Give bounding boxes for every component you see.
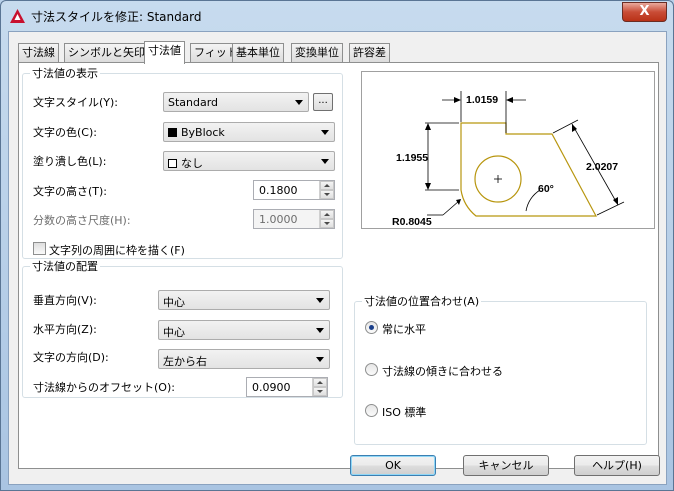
direction-label: 文字の方向(D): bbox=[33, 351, 109, 364]
fill-color-dropdown[interactable]: なし bbox=[163, 151, 335, 171]
align-with-dimline-label[interactable]: 寸法線の傾きに合わせる bbox=[382, 363, 503, 379]
draw-frame-label[interactable]: 文字列の周囲に枠を描く(F) bbox=[49, 242, 185, 258]
fraction-height-spinner: 1.0000 bbox=[253, 209, 335, 229]
tab-alternate-units[interactable]: 変換単位 bbox=[291, 43, 343, 62]
draw-frame-checkbox[interactable] bbox=[33, 242, 46, 255]
spin-up-icon[interactable] bbox=[313, 378, 327, 387]
direction-value: 左から右 bbox=[163, 355, 207, 368]
align-horizontal-label[interactable]: 常に水平 bbox=[382, 321, 426, 337]
text-height-spinner[interactable]: 0.1800 bbox=[253, 180, 335, 200]
chevron-down-icon bbox=[316, 298, 324, 303]
align-iso-label[interactable]: ISO 標準 bbox=[382, 404, 426, 420]
close-button[interactable]: X bbox=[622, 2, 667, 22]
align-with-dimline-radio[interactable] bbox=[365, 363, 378, 376]
align-horizontal-radio[interactable] bbox=[365, 321, 378, 334]
text-style-value: Standard bbox=[168, 96, 219, 109]
text-appearance-legend: 寸法値の表示 bbox=[32, 67, 98, 80]
spin-up-icon bbox=[320, 210, 334, 219]
text-style-label: 文字スタイル(Y): bbox=[33, 96, 119, 109]
window-title: 寸法スタイルを修正: Standard bbox=[31, 10, 202, 24]
chevron-down-icon bbox=[316, 328, 324, 333]
spin-down-icon[interactable] bbox=[313, 387, 327, 396]
horizontal-label: 水平方向(Z): bbox=[33, 323, 97, 336]
text-height-label: 文字の高さ(T): bbox=[33, 185, 108, 198]
dialog-window: 寸法スタイルを修正: Standard X 寸法線 シンボルと矢印 寸法値 フィ… bbox=[0, 0, 674, 491]
spin-up-icon[interactable] bbox=[320, 181, 334, 190]
ok-button[interactable]: OK bbox=[350, 455, 436, 476]
offset-label: 寸法線からのオフセット(O): bbox=[33, 381, 175, 394]
vertical-value: 中心 bbox=[163, 296, 185, 309]
color-swatch-icon bbox=[168, 128, 177, 137]
offset-value: 0.0900 bbox=[252, 381, 291, 394]
offset-spinner[interactable]: 0.0900 bbox=[246, 377, 328, 397]
tab-tolerances[interactable]: 許容差 bbox=[349, 43, 390, 62]
text-color-dropdown[interactable]: ByBlock bbox=[163, 122, 335, 142]
vertical-dropdown[interactable]: 中心 bbox=[158, 290, 330, 310]
text-height-value: 0.1800 bbox=[259, 184, 298, 197]
autocad-logo-icon bbox=[10, 9, 25, 23]
fill-color-value: なし bbox=[181, 157, 203, 170]
preview-drawing: 1.0159 1.1955 2.0207 60° R0.8045 bbox=[392, 91, 625, 228]
close-icon: X bbox=[639, 4, 650, 19]
fraction-height-value: 1.0000 bbox=[259, 213, 298, 226]
text-style-browse-button[interactable]: ... bbox=[313, 93, 333, 111]
text-style-dropdown[interactable]: Standard bbox=[163, 92, 309, 112]
horizontal-value: 中心 bbox=[163, 326, 185, 339]
fraction-height-label: 分数の高さ尺度(H): bbox=[33, 214, 131, 227]
empty-swatch-icon bbox=[168, 159, 177, 168]
direction-dropdown[interactable]: 左から右 bbox=[158, 349, 330, 369]
help-button[interactable]: ヘルプ(H) bbox=[574, 455, 660, 476]
tab-dimension-lines[interactable]: 寸法線 bbox=[18, 43, 59, 62]
preview-angle: 60° bbox=[538, 183, 554, 195]
preview-dim-right: 2.0207 bbox=[586, 161, 618, 173]
chevron-down-icon bbox=[321, 159, 329, 164]
dialog-body: 寸法線 シンボルと矢印 寸法値 フィット 基本単位 変換単位 許容差 寸法値の表… bbox=[8, 31, 667, 485]
chevron-down-icon bbox=[316, 357, 324, 362]
text-placement-legend: 寸法値の配置 bbox=[32, 260, 98, 273]
title-bar[interactable]: 寸法スタイルを修正: Standard X bbox=[1, 1, 673, 31]
horizontal-dropdown[interactable]: 中心 bbox=[158, 320, 330, 340]
tab-primary-units[interactable]: 基本単位 bbox=[232, 43, 284, 62]
preview-dim-left: 1.1955 bbox=[396, 152, 428, 164]
tab-text[interactable]: 寸法値 bbox=[144, 41, 185, 64]
spin-down-icon bbox=[320, 219, 334, 228]
text-alignment-legend: 寸法値の位置合わせ(A) bbox=[364, 295, 480, 308]
align-iso-radio[interactable] bbox=[365, 404, 378, 417]
cancel-button[interactable]: キャンセル bbox=[463, 455, 549, 476]
spin-down-icon[interactable] bbox=[320, 190, 334, 199]
chevron-down-icon bbox=[321, 130, 329, 135]
vertical-label: 垂直方向(V): bbox=[33, 294, 97, 307]
text-tab-panel: 寸法値の表示 文字スタイル(Y): Standard ... 文字の色(C): … bbox=[18, 62, 659, 469]
dimension-preview: 1.0159 1.1955 2.0207 60° R0.8045 bbox=[361, 71, 655, 229]
text-color-value: ByBlock bbox=[181, 126, 225, 139]
preview-radius: R0.8045 bbox=[392, 216, 432, 228]
fill-color-label: 塗り潰し色(L): bbox=[33, 155, 107, 168]
text-color-label: 文字の色(C): bbox=[33, 126, 97, 139]
preview-dim-top: 1.0159 bbox=[466, 94, 498, 106]
chevron-down-icon bbox=[295, 100, 303, 105]
tab-symbols-arrows[interactable]: シンボルと矢印 bbox=[64, 43, 149, 62]
